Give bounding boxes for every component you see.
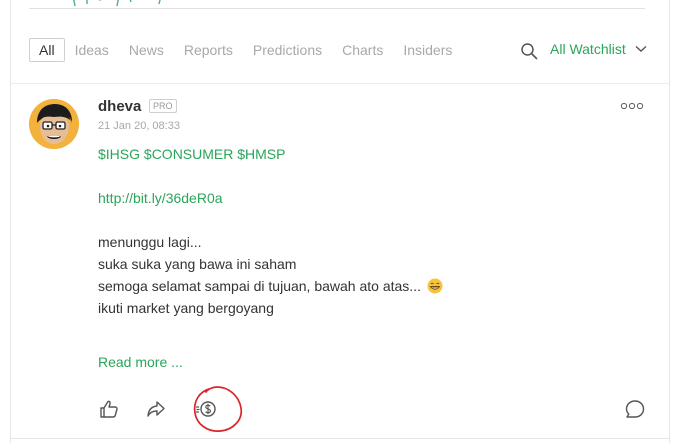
section-divider: [11, 83, 669, 84]
stream-tabs: All Ideas News Reports Predictions Chart…: [29, 38, 472, 62]
stream-card: All Ideas News Reports Predictions Chart…: [10, 0, 670, 443]
search-icon[interactable]: [520, 42, 538, 60]
post-link[interactable]: http://bit.ly/36deR0a: [98, 187, 443, 209]
pro-badge: PRO: [149, 99, 177, 113]
watchlist-dropdown[interactable]: All Watchlist: [550, 41, 647, 57]
tab-reports[interactable]: Reports: [184, 42, 233, 58]
chevron-down-icon: [635, 45, 647, 52]
avatar[interactable]: [29, 99, 79, 149]
thumbs-up-icon[interactable]: [98, 398, 120, 420]
header-illustration: [73, 0, 161, 7]
post-username[interactable]: dheva: [98, 98, 141, 115]
read-more-link[interactable]: Read more ...: [98, 354, 183, 370]
post-timestamp[interactable]: 21 Jan 20, 08:33: [98, 120, 180, 132]
grinning-emoji-icon: [427, 278, 443, 294]
comment-icon[interactable]: [624, 398, 646, 420]
bottom-divider: [11, 438, 669, 439]
tab-charts[interactable]: Charts: [342, 42, 383, 58]
top-divider: [29, 8, 645, 9]
tab-ideas[interactable]: Ideas: [75, 42, 109, 58]
post-text-line: suka suka yang bawa ini saham: [98, 256, 297, 272]
post-body: $IHSG $CONSUMER $HMSP http://bit.ly/36de…: [98, 143, 443, 319]
share-icon[interactable]: [145, 398, 167, 420]
post-text-line: semoga selamat sampai di tujuan, bawah a…: [98, 278, 421, 294]
avatar-image: [29, 99, 79, 149]
tab-all[interactable]: All: [29, 38, 65, 62]
tab-news[interactable]: News: [129, 42, 164, 58]
post-text-line: menunggu lagi...: [98, 234, 202, 250]
post-text-line: ikuti market yang bergoyang: [98, 300, 274, 316]
tab-predictions[interactable]: Predictions: [253, 42, 322, 58]
post-tickers[interactable]: $IHSG $CONSUMER $HMSP: [98, 143, 443, 165]
watchlist-label: All Watchlist: [550, 41, 626, 57]
post-text-line-with-emoji: semoga selamat sampai di tujuan, bawah a…: [98, 275, 443, 297]
tip-coin-icon[interactable]: [195, 398, 217, 420]
tab-insiders[interactable]: Insiders: [403, 42, 452, 58]
more-icon[interactable]: [620, 102, 644, 110]
